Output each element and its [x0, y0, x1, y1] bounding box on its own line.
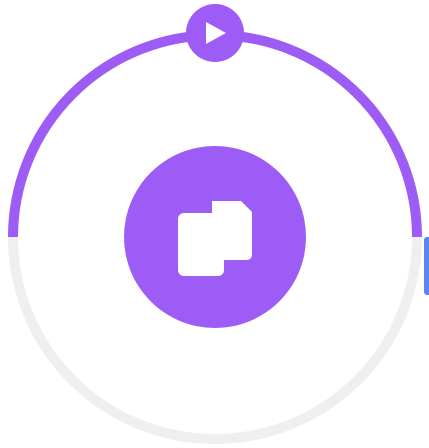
- side-accent-bar: [424, 237, 429, 295]
- progress-widget: [0, 0, 429, 448]
- copy-files-button[interactable]: [124, 146, 306, 328]
- play-button[interactable]: [186, 4, 244, 62]
